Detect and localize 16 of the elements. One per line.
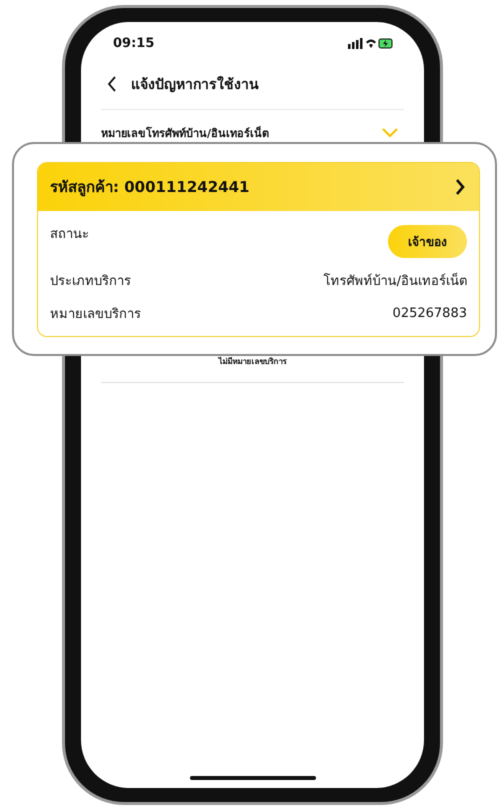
chevron-right-icon xyxy=(455,179,465,195)
chevron-icon xyxy=(382,128,398,138)
status-time: 09:15 xyxy=(113,36,154,51)
service-dropdown[interactable]: หมายเลขโทรศัพท์บ้าน/อินเทอร์เน็ต xyxy=(101,110,404,142)
status-icons xyxy=(348,38,394,50)
field-label: สถานะ xyxy=(50,226,89,244)
customer-id-title: รหัสลูกค้า: 000111242441 xyxy=(50,177,250,198)
empty-message: ไม่มีหมายเลขบริการ xyxy=(216,356,288,368)
field-value: โทรศัพท์บ้าน/อินเทอร์เน็ต xyxy=(324,272,467,291)
back-icon[interactable] xyxy=(107,76,117,92)
status-badge: เจ้าของ xyxy=(388,225,467,258)
field-label: หมายเลขบริการ xyxy=(50,306,141,324)
field-label: ประเภทบริการ xyxy=(50,273,131,291)
page-title: แจ้งปัญหาการใช้งาน xyxy=(131,75,259,95)
customer-card[interactable]: รหัสลูกค้า: 000111242441 สถานะ เจ้าของ ประเภทบริการ โทรศัพท์บ้าน/อินเทอร์เน็ต หมายเลขบริการ 025267883 xyxy=(37,162,480,337)
field-value: 025267883 xyxy=(392,306,467,321)
